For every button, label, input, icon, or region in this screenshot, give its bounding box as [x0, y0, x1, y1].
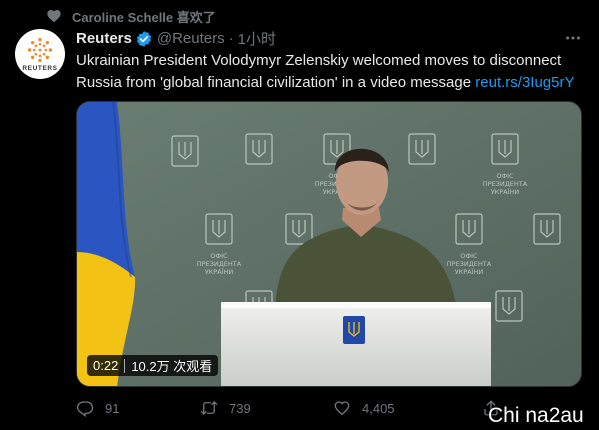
retweet-icon	[200, 401, 218, 415]
wall-caption-9: УКРАЇНИ	[205, 267, 234, 276]
verified-badge-icon	[136, 30, 151, 47]
wall-caption-4: ОФІС	[496, 172, 514, 180]
tweet-header: Reuters @Reuters · 1小时	[76, 28, 276, 49]
retweet-count: 739	[229, 400, 251, 416]
more-button[interactable]	[563, 28, 583, 48]
tweet-text-line-2: Russia from 'global financial civilizati…	[76, 74, 472, 91]
video-views: 10.2万 次观看	[131, 359, 213, 374]
reply-icon	[76, 401, 94, 417]
reply-button[interactable]: 91	[76, 399, 119, 417]
heart-icon	[46, 8, 62, 24]
video-info-badge: 0:22 10.2万 次观看	[87, 355, 219, 376]
wall-caption-10: ОФІС	[460, 252, 478, 260]
tweet-timestamp[interactable]: 1小时	[238, 28, 276, 49]
reply-count: 91	[105, 400, 120, 416]
reuters-logo	[27, 37, 53, 62]
wall-caption-6: УКРАЇНИ	[491, 187, 520, 196]
avatar-logo-text: REUTERS	[22, 64, 58, 72]
header-separator: ·	[228, 30, 234, 47]
wall-caption-11: ПРЕЗИДЕНТА	[447, 260, 492, 268]
podium	[221, 302, 491, 386]
retweet-button[interactable]: 739	[200, 399, 251, 417]
author-name[interactable]: Reuters	[76, 30, 132, 47]
watermark: Chi na2au	[488, 404, 584, 427]
social-context[interactable]: Caroline Schelle 喜欢了	[46, 5, 216, 27]
tweet-text: Ukrainian President Volodymyr Zelenskiy …	[76, 50, 576, 94]
action-bar: 91 739 4,405	[76, 399, 526, 421]
like-count: 4,405	[362, 400, 395, 416]
badge-divider	[124, 358, 126, 373]
heart-outline-icon	[334, 401, 350, 416]
author-handle[interactable]: @Reuters	[157, 30, 225, 47]
more-horizontal-icon	[566, 36, 580, 40]
like-button[interactable]: 4,405	[333, 399, 395, 417]
wall-caption-7: ОФІС	[210, 252, 228, 260]
video-frame: ОФІС ПРЕЗИДЕНТА УКРАЇНИ ОФІС ПРЕЗИДЕНТА …	[77, 102, 581, 386]
wall-caption-12: УКРАЇНИ	[455, 267, 484, 276]
tweet-link[interactable]: reut.rs/3Iug5rY	[475, 74, 574, 91]
wall-caption-5: ПРЕЗИДЕНТА	[483, 180, 528, 188]
tweet-text-line-1: Ukrainian President Volodymyr Zelenskiy …	[76, 52, 562, 69]
video-player[interactable]: ОФІС ПРЕЗИДЕНТА УКРАЇНИ ОФІС ПРЕЗИДЕНТА …	[76, 101, 582, 387]
wall-caption-8: ПРЕЗИДЕНТА	[197, 260, 242, 268]
avatar[interactable]: REUTERS	[15, 29, 65, 79]
video-duration: 0:22	[93, 358, 119, 373]
context-text: Caroline Schelle 喜欢了	[72, 9, 216, 25]
